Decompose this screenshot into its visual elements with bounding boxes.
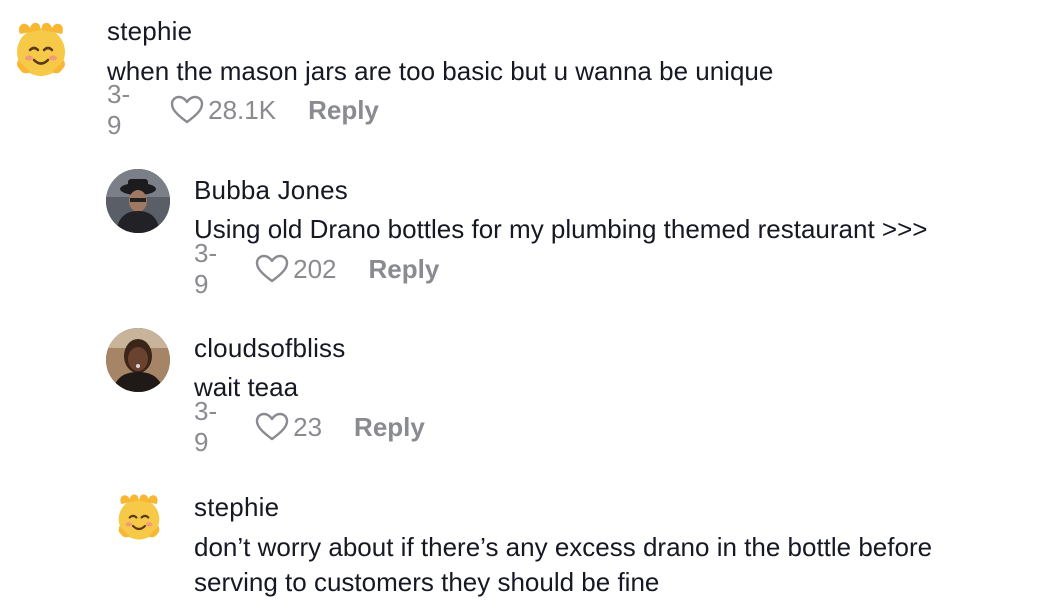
username[interactable]: stephie xyxy=(107,16,192,47)
smiling-face-emoji-icon xyxy=(118,494,160,540)
heart-icon xyxy=(255,254,289,283)
reply-button[interactable]: Reply xyxy=(354,412,425,443)
reply-button[interactable]: Reply xyxy=(369,254,440,285)
like-count: 23 xyxy=(293,411,323,442)
avatar[interactable] xyxy=(114,487,164,543)
heart-icon xyxy=(170,95,204,124)
avatar[interactable] xyxy=(12,14,70,80)
like-button[interactable]: 23 xyxy=(255,412,322,443)
username[interactable]: cloudsofbliss xyxy=(194,333,345,364)
smiling-face-emoji-icon xyxy=(17,22,65,76)
comment-text: when the mason jars are too basic but u … xyxy=(107,56,774,86)
like-count: 202 xyxy=(293,253,337,284)
avatar[interactable] xyxy=(106,328,170,392)
comment-meta: 3-9 23 Reply xyxy=(194,396,425,457)
like-button[interactable]: 28.1K xyxy=(170,95,276,126)
comment-text: Using old Drano bottles for my plumbing … xyxy=(194,214,928,244)
profile-photo-icon xyxy=(106,328,170,392)
comment-date: 3-9 xyxy=(194,238,218,299)
comment-date: 3-9 xyxy=(107,79,131,140)
avatar[interactable] xyxy=(106,169,170,233)
username[interactable]: Bubba Jones xyxy=(194,175,348,206)
username[interactable]: stephie xyxy=(194,492,279,523)
comment-meta: 3-9 202 Reply xyxy=(194,238,440,299)
like-button[interactable]: 202 xyxy=(255,253,337,285)
like-count: 28.1K xyxy=(208,94,277,125)
comment-text: don’t worry about if there’s any excess … xyxy=(194,532,933,562)
heart-icon xyxy=(255,412,289,441)
comment-text: serving to customers they should be fine xyxy=(194,567,660,597)
comment-date: 3-9 xyxy=(194,396,218,457)
reply-button[interactable]: Reply xyxy=(308,95,379,126)
comment-meta: 3-9 28.1K Reply xyxy=(107,79,379,140)
profile-photo-icon xyxy=(106,169,170,233)
